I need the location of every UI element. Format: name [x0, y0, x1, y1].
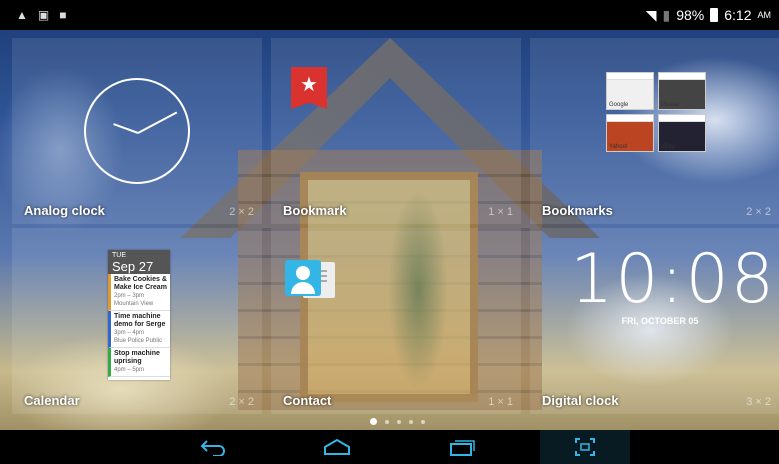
- battery-percent: 98%: [676, 7, 705, 23]
- navigation-bar: [0, 430, 779, 464]
- widget-size: 2 × 2: [229, 206, 254, 218]
- recent-apps-button[interactable]: [416, 430, 506, 464]
- screenshot-button[interactable]: [540, 430, 630, 464]
- lock-icon: ■: [59, 8, 67, 22]
- widget-size: 1 × 1: [488, 206, 513, 218]
- calendar-event: Time machine demo for Serge 3pm – 4pm Bl…: [108, 311, 170, 348]
- page-dot[interactable]: [421, 419, 425, 424]
- widget-bookmark[interactable]: ★ Bookmark 1 × 1: [271, 38, 521, 224]
- bookmarks-thumbnails: Google Picasa Yahoo! eBay: [606, 72, 706, 154]
- back-button[interactable]: [168, 430, 258, 464]
- widget-name: Digital clock: [542, 393, 619, 408]
- contact-card-icon: [285, 260, 335, 298]
- thumbnail: eBay: [658, 114, 706, 152]
- widget-name: Bookmarks: [542, 203, 613, 218]
- thumbnail: Picasa: [658, 72, 706, 110]
- widget-size: 2 × 2: [229, 396, 254, 408]
- page-dot[interactable]: [397, 419, 401, 424]
- widget-analog-clock[interactable]: Analog clock 2 × 2: [12, 38, 262, 224]
- widget-size: 1 × 1: [488, 396, 513, 408]
- back-icon: [200, 440, 225, 456]
- widget-digital-clock[interactable]: 10:08 FRI, OCTOBER 05 Digital clock 3 × …: [530, 228, 779, 414]
- wifi-icon: ◥: [645, 6, 657, 23]
- screen-icon: ▣: [37, 8, 50, 22]
- widget-name: Analog clock: [24, 203, 105, 218]
- clock-time: 6:12: [724, 7, 752, 23]
- widget-bookmarks[interactable]: Google Picasa Yahoo! eBay Bookmarks 2 × …: [530, 38, 779, 224]
- status-bar: ▲ ▣ ■ ◥ ▮ 98% 6:12 AM: [0, 0, 779, 30]
- home-icon: [324, 438, 350, 455]
- thumbnail: Google: [606, 72, 654, 110]
- calendar-date: Sep 27: [112, 259, 154, 274]
- widget-name: Bookmark: [283, 203, 347, 218]
- signal-icon: ▮: [662, 6, 671, 23]
- widget-grid: Analog clock 2 × 2 ★ Bookmark 1 × 1 Goog…: [0, 30, 779, 422]
- analog-clock-face: [84, 78, 190, 184]
- screenshot-icon: [575, 438, 595, 456]
- widget-size: 3 × 2: [746, 396, 771, 408]
- thumbnail: Yahoo!: [606, 114, 654, 152]
- page-dot[interactable]: [385, 419, 389, 424]
- home-button[interactable]: [292, 430, 382, 464]
- calendar-event: Stop machine uprising 4pm – 5pm: [108, 348, 170, 377]
- widget-name: Contact: [283, 393, 332, 408]
- battery-icon: [710, 8, 719, 22]
- bookmark-star-icon: ★: [291, 67, 327, 109]
- clock-suffix: AM: [757, 10, 772, 20]
- warning-icon: ▲: [16, 8, 28, 22]
- widget-contact[interactable]: Contact 1 × 1: [271, 228, 521, 414]
- widget-name: Calendar: [24, 393, 80, 408]
- calendar-event: Bake Cookies & Make Ice Cream 2pm – 3pm …: [108, 274, 170, 311]
- page-dot[interactable]: [370, 418, 377, 425]
- widget-calendar[interactable]: TUE Sep 27 Bake Cookies & Make Ice Cream…: [12, 228, 262, 414]
- calendar-preview: TUE Sep 27 Bake Cookies & Make Ice Cream…: [108, 250, 170, 380]
- page-dot[interactable]: [409, 419, 413, 424]
- digital-clock-date: FRI, OCTOBER 05: [621, 316, 699, 326]
- widget-size: 2 × 2: [746, 206, 771, 218]
- recent-apps-icon: [450, 440, 475, 456]
- page-indicator: [370, 418, 425, 425]
- digital-clock-time: 10:08: [570, 240, 776, 319]
